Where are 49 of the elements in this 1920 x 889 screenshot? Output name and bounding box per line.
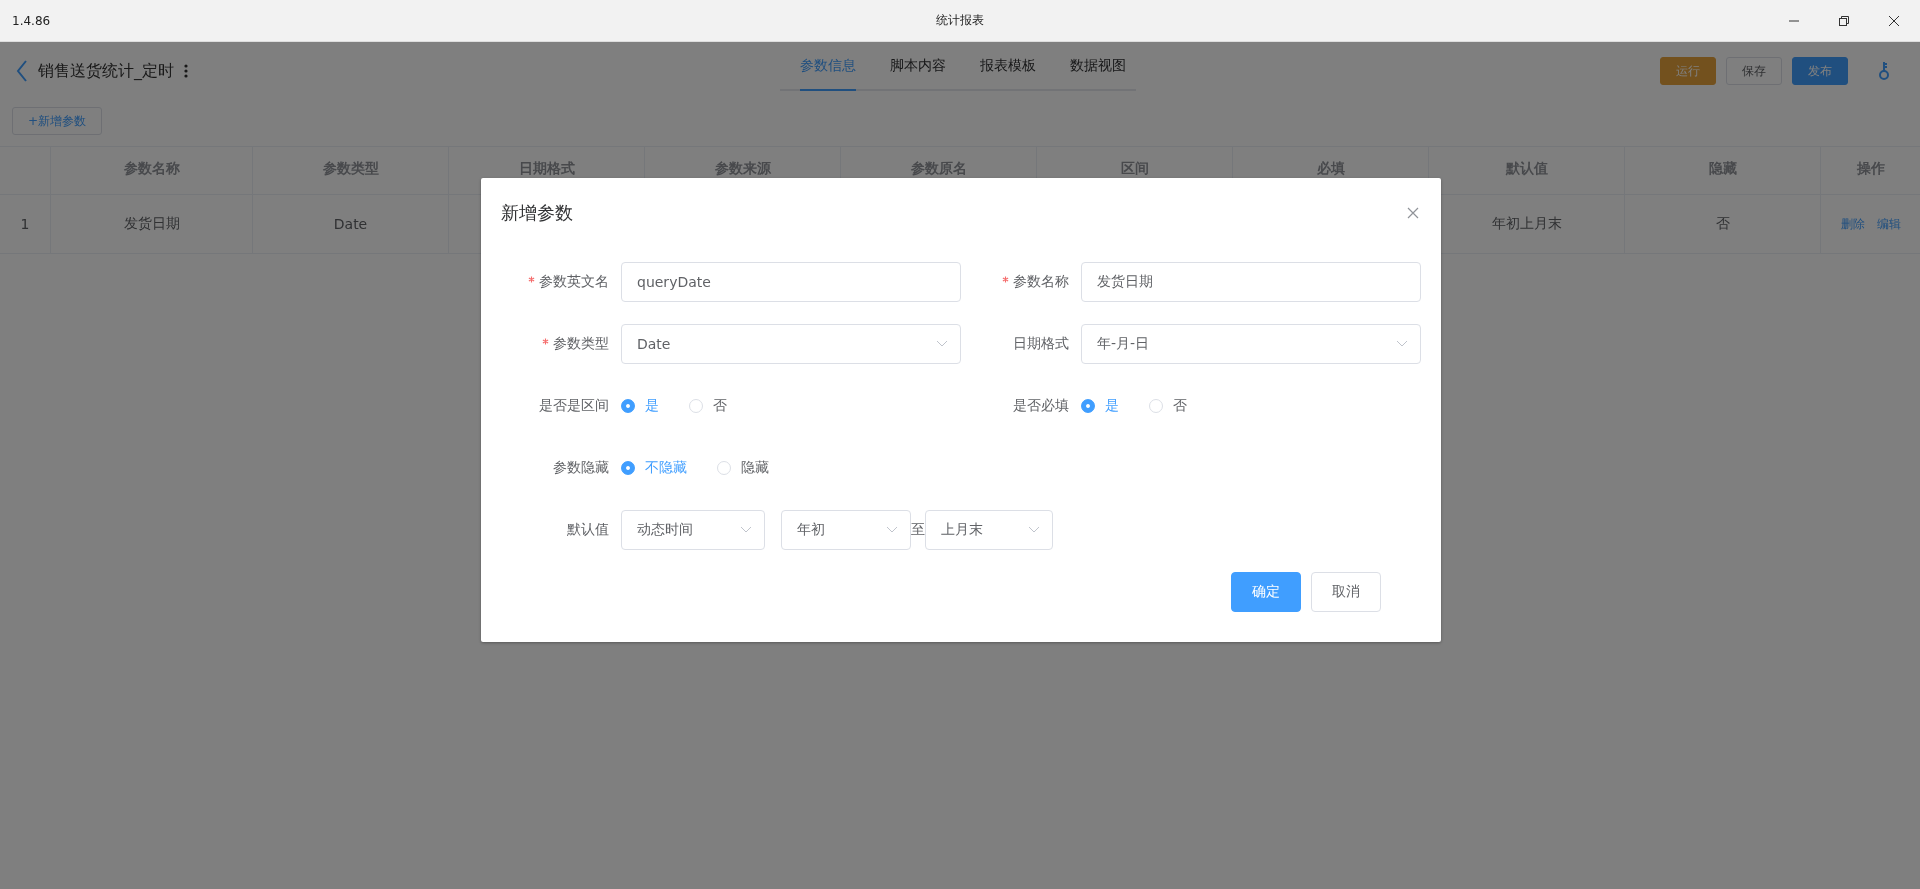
caret-icon	[886, 526, 898, 534]
field-label: 参数隐藏	[553, 459, 609, 475]
radio-label[interactable]: 不隐藏	[645, 459, 687, 477]
window-title: 统计报表	[936, 12, 984, 29]
dialog-title: 新增参数	[501, 201, 573, 225]
table-cell: 1	[0, 195, 51, 253]
tab[interactable]: 脚本内容	[890, 51, 946, 91]
confirm-button[interactable]: 确定	[1231, 572, 1301, 612]
select-field[interactable]: 上月末	[925, 510, 1053, 550]
app-version: 1.4.86	[12, 13, 51, 28]
caret-icon	[1396, 340, 1408, 348]
field-label: 日期格式	[1013, 335, 1069, 351]
close-icon[interactable]	[1888, 14, 1900, 27]
radio-label[interactable]: 否	[1173, 397, 1187, 415]
select-field[interactable]: 年初	[781, 510, 911, 550]
tab[interactable]: 数据视图	[1070, 51, 1126, 91]
select-field[interactable]: 动态时间	[621, 510, 765, 550]
field-label: 参数类型	[553, 335, 609, 351]
more-icon[interactable]	[184, 64, 188, 78]
field-label: 是否必填	[1013, 397, 1069, 413]
radio-label[interactable]: 是	[1105, 397, 1119, 415]
field-label: 参数英文名	[539, 273, 609, 289]
table-cell: Date	[253, 195, 449, 253]
range-separator: 至	[911, 521, 925, 539]
cancel-button[interactable]: 取消	[1311, 572, 1381, 612]
key-icon[interactable]	[1878, 61, 1890, 81]
report-title: 销售送货统计_定时	[38, 60, 174, 82]
back-icon[interactable]	[16, 60, 28, 82]
radio-button[interactable]	[621, 461, 635, 475]
text-field[interactable]: queryDate	[621, 262, 961, 302]
caret-icon	[1028, 526, 1040, 534]
field-label: 默认值	[567, 521, 609, 537]
table-cell: 发货日期	[51, 195, 253, 253]
caret-icon	[740, 526, 752, 534]
tab[interactable]: 报表模板	[980, 51, 1036, 91]
radio-label[interactable]: 是	[645, 397, 659, 415]
radio-label[interactable]: 否	[713, 397, 727, 415]
table-cell: 否	[1625, 195, 1821, 253]
caret-icon	[936, 340, 948, 348]
save-button[interactable]: 保存	[1726, 57, 1782, 85]
radio-button[interactable]	[1081, 399, 1095, 413]
field-label: 是否是区间	[539, 397, 609, 413]
field-label: 参数名称	[1013, 273, 1069, 289]
radio-label[interactable]: 隐藏	[741, 459, 769, 477]
select-field[interactable]: Date	[621, 324, 961, 364]
radio-button[interactable]	[621, 399, 635, 413]
select-field[interactable]: 年-月-日	[1081, 324, 1421, 364]
restore-icon[interactable]	[1838, 14, 1850, 27]
text-field[interactable]: 发货日期	[1081, 262, 1421, 302]
